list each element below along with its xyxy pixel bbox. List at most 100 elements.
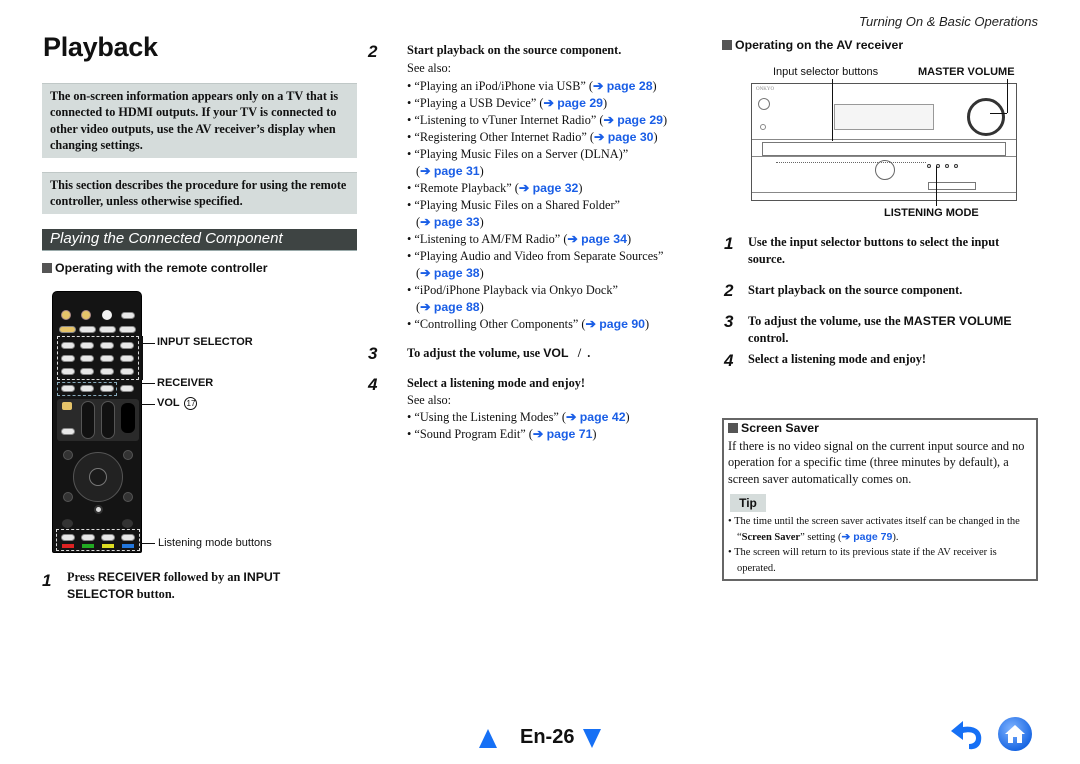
callout-line [141, 383, 155, 384]
page-link[interactable]: ➔ page 30 [594, 130, 654, 144]
page-link[interactable]: ➔ page 28 [593, 79, 653, 93]
page-link[interactable]: ➔ page 42 [566, 410, 626, 424]
paren: ) [652, 79, 657, 93]
see-also-item: • “Using the Listening Modes” (➔ page 42… [407, 409, 630, 426]
see-also-title: “Playing Audio and Video from Separate S… [414, 249, 664, 263]
see-also-title: “Registering Other Internet Radio” ( [414, 130, 594, 144]
receiver-power-button-icon [61, 310, 71, 320]
page-link[interactable]: ➔ page 29 [603, 113, 663, 127]
paren: ) [592, 427, 597, 441]
remote-subhead: Operating with the remote controller [42, 261, 268, 275]
see-also-title: “Sound Program Edit” ( [414, 427, 533, 441]
home-icon[interactable] [997, 716, 1033, 752]
previous-page-icon[interactable] [479, 729, 497, 748]
input-button-icon [61, 342, 75, 349]
page-link[interactable]: ➔ page 29 [543, 96, 603, 110]
paren: ) [603, 96, 608, 110]
mode-button-icon [61, 385, 75, 392]
tip-label: Tip [730, 494, 766, 512]
tip-item: • The time until the screen saver activa… [728, 516, 1020, 543]
hdmi-note: The on-screen information appears only o… [42, 83, 357, 158]
square-bullet-icon [42, 263, 52, 273]
page-link[interactable]: ➔ page 88 [420, 300, 480, 314]
square-bullet-icon [722, 40, 732, 50]
zone-button-icon [102, 310, 112, 320]
paren: ) [479, 300, 484, 314]
input-button-icon [120, 368, 134, 375]
step-text: / . [568, 346, 591, 360]
see-also-title: “Playing Music Files on a Shared Folder” [414, 198, 620, 212]
paren: ) [479, 266, 484, 280]
tip-text: ). [892, 531, 899, 543]
page-link[interactable]: ➔ page 34 [567, 232, 627, 246]
step-1-text: Press RECEIVER followed by an INPUT SELE… [67, 569, 327, 602]
front-buttons-row [776, 162, 926, 168]
page-number: En-26 [520, 726, 575, 748]
screen-saver-subhead: Screen Saver [728, 421, 819, 435]
page-link[interactable]: ➔ page 38 [420, 266, 480, 280]
step-number: 4 [368, 375, 378, 394]
see-also-item: • “Playing Music Files on a Shared Folde… [407, 197, 620, 214]
see-also-item-cont: (➔ page 38) [416, 265, 484, 282]
top-menu-button-icon [63, 450, 73, 460]
see-also-title: “Controlling Other Components” ( [414, 317, 586, 331]
see-also-label: See also: [407, 61, 452, 75]
see-also-title: “Playing Music Files on a Server (DLNA)” [414, 147, 629, 161]
input-button-icon [80, 355, 94, 362]
see-also-title: “Listening to vTuner Internet Radio” ( [414, 113, 604, 127]
listening-mode-callout: Listening mode buttons [158, 537, 272, 549]
step-text: To adjust the volume, use [407, 346, 544, 360]
input-button-icon [100, 355, 114, 362]
tv-power-button-icon [62, 402, 72, 410]
see-also-title: “Playing a USB Device” ( [414, 96, 544, 110]
power-button-icon [758, 98, 770, 110]
see-also-item: • “iPod/iPhone Playback via Onkyo Dock” [407, 282, 618, 299]
step-text: followed by an [160, 570, 244, 584]
page-title: Playback [43, 32, 158, 62]
input-button-icon [100, 368, 114, 375]
see-also-title: “Listening to AM/FM Radio” ( [414, 232, 568, 246]
paren: ) [625, 410, 630, 424]
input-tv-button-icon [61, 428, 75, 435]
input-button-icon [61, 368, 75, 375]
input-selector-row [762, 142, 1006, 156]
see-also-item: • “Listening to AM/FM Radio” (➔ page 34) [407, 231, 631, 248]
divider [752, 192, 1016, 193]
input-button-icon [120, 355, 134, 362]
callout-line [832, 79, 833, 141]
listening-mode-button-icon [954, 164, 958, 168]
remote-subhead-text: Operating with the remote controller [55, 261, 268, 275]
vol-rocker-icon [101, 401, 115, 439]
step-text: button. [133, 586, 175, 601]
source-power-button-icon [81, 310, 91, 320]
receiver-step-2-text: Start playback on the source component. [748, 283, 963, 297]
page-link[interactable]: ➔ page 79 [842, 531, 893, 543]
next-page-icon[interactable] [583, 729, 601, 748]
page-link[interactable]: ➔ page 90 [586, 317, 646, 331]
tv-vol-rocker-icon [81, 401, 95, 439]
back-icon[interactable] [947, 719, 987, 751]
input-button-icon [80, 342, 94, 349]
paren: ) [645, 317, 650, 331]
keyword: MASTER VOLUME [903, 314, 1012, 328]
callout-line [141, 343, 155, 344]
transport-button-icon [62, 519, 73, 528]
step-number: 1 [42, 571, 52, 590]
page-link[interactable]: ➔ page 31 [420, 164, 480, 178]
keyword: RECEIVER [97, 570, 161, 584]
see-also-item: • “Playing an iPod/iPhone via USB” (➔ pa… [407, 78, 657, 95]
page-link[interactable]: ➔ page 33 [420, 215, 480, 229]
home-button-icon [94, 505, 103, 514]
screen-saver-body: If there is no video signal on the curre… [728, 439, 1025, 486]
tip-keyword: Screen Saver [741, 531, 801, 543]
page-link[interactable]: ➔ page 71 [533, 427, 593, 441]
page-link[interactable]: ➔ page 32 [519, 181, 579, 195]
vol-callout: VOL 17 [157, 397, 198, 410]
section-heading: Playing the Connected Component [42, 229, 357, 251]
tip-text: The screen will return to its previous s… [734, 547, 997, 574]
remote-mode-button-icon [119, 326, 136, 333]
see-also-title: “iPod/iPhone Playback via Onkyo Dock” [414, 283, 618, 297]
remote-mode-button-icon [59, 326, 76, 333]
vol-number-badge: 17 [184, 397, 198, 410]
enter-button-icon [89, 468, 107, 486]
